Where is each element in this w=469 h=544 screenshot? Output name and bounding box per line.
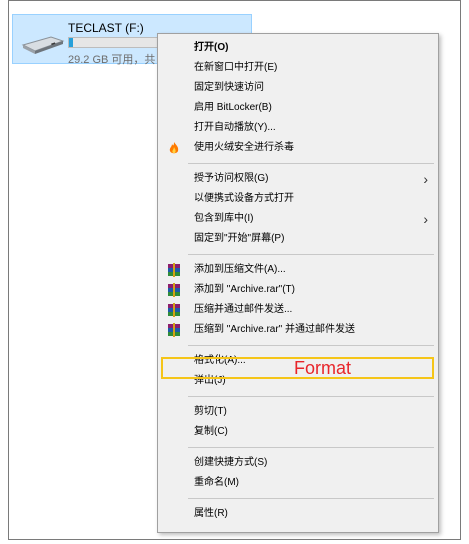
menu-item-label: 打开自动播放(Y)... (194, 122, 276, 133)
winrar-icon (168, 263, 180, 277)
menu-item-label: 包含到库中(I) (194, 213, 254, 224)
menu-item-compress-email[interactable]: 压缩并通过邮件发送... (158, 300, 438, 320)
chevron-right-icon: › (423, 211, 428, 227)
menu-item-label: 复制(C) (194, 426, 228, 437)
menu-item-label: 在新窗口中打开(E) (194, 62, 278, 73)
menu-item-label: 压缩到 "Archive.rar" 并通过邮件发送 (194, 324, 356, 335)
menu-item-label: 压缩并通过邮件发送... (194, 304, 293, 315)
menu-item-label: 添加到压缩文件(A)... (194, 264, 286, 275)
menu-item-pin-start[interactable]: 固定到"开始"屏幕(P) (158, 229, 438, 249)
context-menu: 打开(O) 在新窗口中打开(E) 固定到快速访问 启用 BitLocker(B)… (157, 33, 439, 533)
menu-separator (188, 345, 434, 346)
menu-item-label: 剪切(T) (194, 406, 227, 417)
menu-item-label: 打开(O) (194, 42, 229, 53)
menu-item-compress-rar-email[interactable]: 压缩到 "Archive.rar" 并通过邮件发送 (158, 320, 438, 340)
menu-item-include-library[interactable]: 包含到库中(I) › (158, 209, 438, 229)
menu-item-add-archive-rar[interactable]: 添加到 "Archive.rar"(T) (158, 280, 438, 300)
menu-item-label: 固定到"开始"屏幕(P) (194, 233, 285, 244)
menu-item-properties[interactable]: 属性(R) (158, 504, 438, 524)
menu-item-label: 添加到 "Archive.rar"(T) (194, 284, 295, 295)
menu-item-autoplay[interactable]: 打开自动播放(Y)... (158, 118, 438, 138)
menu-item-bitlocker[interactable]: 启用 BitLocker(B) (158, 98, 438, 118)
menu-item-label: 重命名(M) (194, 477, 239, 488)
menu-separator (188, 396, 434, 397)
menu-item-label: 固定到快速访问 (194, 82, 264, 93)
menu-item-label: 启用 BitLocker(B) (194, 102, 272, 113)
menu-item-huorong-scan[interactable]: 使用火绒安全进行杀毒 (158, 138, 438, 158)
menu-item-label: 创建快捷方式(S) (194, 457, 268, 468)
menu-separator (188, 447, 434, 448)
menu-separator (188, 254, 434, 255)
menu-item-add-archive[interactable]: 添加到压缩文件(A)... (158, 260, 438, 280)
huorong-icon (169, 142, 179, 154)
menu-item-grant-access[interactable]: 授予访问权限(G) › (158, 169, 438, 189)
menu-item-label: 属性(R) (194, 508, 228, 519)
menu-item-rename[interactable]: 重命名(M) (158, 473, 438, 493)
drive-usage-fill (69, 38, 73, 47)
chevron-right-icon: › (423, 171, 428, 187)
menu-item-label: 授予访问权限(G) (194, 173, 269, 184)
menu-item-copy[interactable]: 复制(C) (158, 422, 438, 442)
drive-free-space: 29.2 GB 可用，共 (68, 54, 156, 66)
format-annotation-label: Format (294, 358, 352, 378)
menu-item-open-new-window[interactable]: 在新窗口中打开(E) (158, 58, 438, 78)
winrar-icon (168, 303, 180, 317)
menu-separator (188, 498, 434, 499)
menu-item-label: 使用火绒安全进行杀毒 (194, 142, 294, 153)
menu-separator (188, 163, 434, 164)
menu-item-open[interactable]: 打开(O) (158, 38, 438, 58)
menu-item-label: 以便携式设备方式打开 (194, 193, 294, 204)
menu-item-pin-quick-access[interactable]: 固定到快速访问 (158, 78, 438, 98)
winrar-icon (168, 323, 180, 337)
menu-item-cut[interactable]: 剪切(T) (158, 402, 438, 422)
usb-drive-icon (21, 36, 65, 54)
menu-item-open-portable[interactable]: 以便携式设备方式打开 (158, 189, 438, 209)
menu-item-create-shortcut[interactable]: 创建快捷方式(S) (158, 453, 438, 473)
winrar-icon (168, 283, 180, 297)
drive-name: TECLAST (F:) (68, 21, 144, 35)
